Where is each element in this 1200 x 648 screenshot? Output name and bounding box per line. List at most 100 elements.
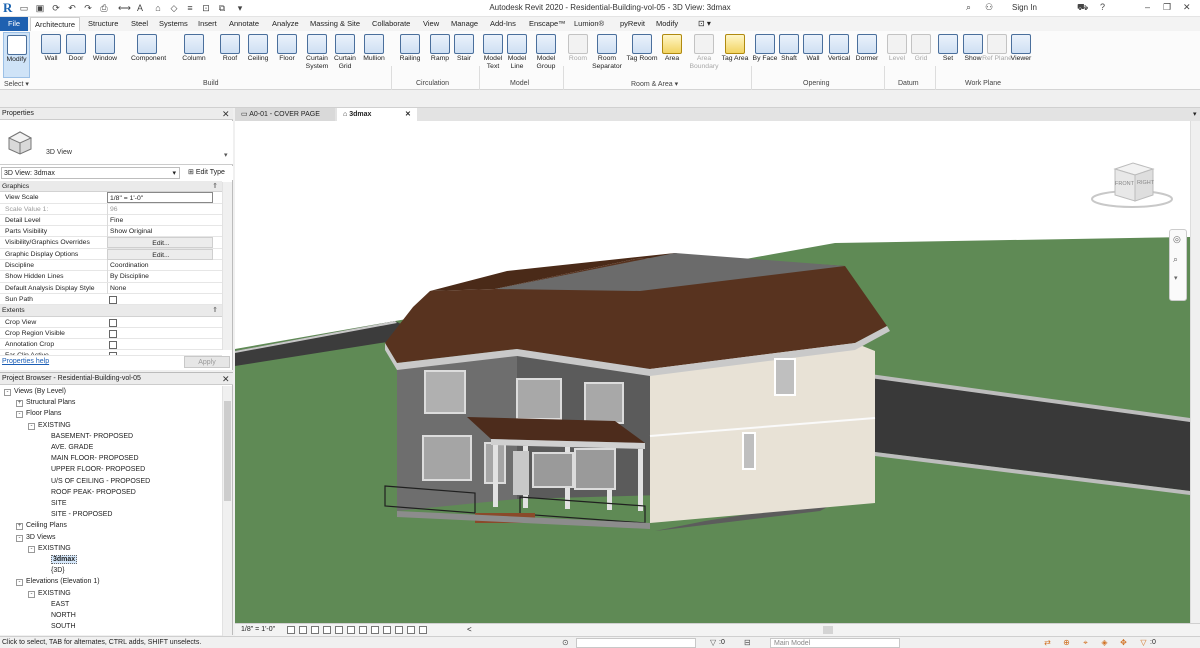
active-workset-field[interactable] [576, 638, 696, 648]
ceiling-button[interactable]: Ceiling [242, 32, 274, 78]
cart-icon[interactable]: ⛟ [1077, 2, 1088, 14]
curtain-grid-button[interactable]: Curtain Grid [329, 32, 361, 78]
model-canvas[interactable]: FRONT RIGHT [235, 121, 1190, 623]
area-boundary-button[interactable]: Area Boundary [688, 32, 720, 78]
collapse-icon[interactable]: - [28, 545, 35, 553]
close-icon[interactable]: ✕ [222, 373, 230, 385]
stair-button[interactable]: Stair [448, 32, 480, 78]
sign-in-link[interactable]: Sign In [1012, 3, 1037, 12]
editable-only-icon[interactable]: ⊟ [744, 638, 751, 647]
tab-add-ins[interactable]: Add-Ins [490, 17, 516, 31]
prop-value[interactable]: Coordination [107, 260, 213, 272]
room-separator-button[interactable]: Room Separator [591, 32, 623, 78]
undo-icon[interactable]: ↶ [66, 2, 78, 14]
tag-icon[interactable]: A [134, 2, 146, 14]
far-clip-checkbox[interactable] [109, 352, 117, 356]
drag-elements-icon[interactable]: ✥ [1119, 638, 1128, 647]
select-underlay-icon[interactable]: ⊕ [1062, 638, 1071, 647]
user-icon[interactable]: ⚇ [985, 2, 993, 13]
browser-node[interactable]: - Floor Plans [16, 408, 61, 419]
select-pinned-icon[interactable]: ⌖ [1081, 638, 1090, 647]
component-button[interactable]: Component [131, 32, 166, 78]
browser-node[interactable]: + Structural Plans [16, 397, 75, 408]
browser-node[interactable]: MAIN FLOOR- PROPOSED [40, 453, 139, 464]
design-option-field[interactable]: Main Model [770, 638, 900, 648]
temporary-hide-icon[interactable] [383, 626, 391, 634]
open-icon[interactable]: ▭ [18, 2, 30, 14]
prop-row[interactable]: Graphic Display Options Edit... [0, 248, 222, 261]
browser-node[interactable]: BASEMENT- PROPOSED [40, 431, 133, 442]
select-by-face-icon[interactable]: ◈ [1100, 638, 1109, 647]
thin-lines-icon[interactable]: ≡ [184, 2, 196, 14]
tag-area-button[interactable]: Tag Area [719, 32, 751, 78]
view-tabs-menu-icon[interactable]: ▾ [1193, 110, 1197, 118]
prop-row[interactable]: Crop View [0, 317, 222, 328]
browser-node[interactable]: {3D} [40, 565, 65, 576]
browser-node[interactable]: ROOF PEAK- PROPOSED [40, 487, 136, 498]
customize-qat-icon[interactable]: ▾ [234, 2, 246, 14]
redo-icon[interactable]: ↷ [82, 2, 94, 14]
analytical-model-icon[interactable] [419, 626, 427, 634]
browser-node[interactable]: SOUTH [40, 621, 76, 632]
browser-node[interactable]: 3dmax [40, 554, 78, 565]
prop-value[interactable]: Fine [107, 214, 213, 226]
close-window-icon[interactable]: ✕ [1183, 2, 1191, 13]
modify-button[interactable]: Modify [3, 32, 30, 78]
browser-node[interactable]: - EXISTING [28, 420, 71, 431]
reveal-hidden-icon[interactable] [395, 626, 403, 634]
tab-annotate[interactable]: Annotate [229, 17, 259, 31]
apply-button[interactable]: Apply [184, 356, 230, 368]
collapse-icon[interactable]: ⇑ [212, 305, 218, 316]
room-button[interactable]: Room [562, 32, 594, 78]
browser-node[interactable]: SITE - PROPOSED [40, 509, 112, 520]
collapse-icon[interactable]: - [28, 422, 35, 430]
browser-node[interactable]: -3D Views [16, 532, 55, 543]
switch-windows-icon[interactable]: ⧉ [216, 2, 228, 14]
dormer-button[interactable]: Dormer [851, 32, 883, 78]
nav-bar-menu-icon[interactable]: ▾ [1174, 274, 1178, 282]
tab-view[interactable]: View [423, 17, 439, 31]
view-scale-control[interactable]: 1/8" = 1'-0" [241, 626, 275, 633]
tab-modify[interactable]: Modify [656, 17, 678, 31]
tab-enscape[interactable]: Enscape™ [529, 17, 566, 31]
browser-node[interactable]: NORTH [40, 610, 76, 621]
save-icon[interactable]: ▣ [34, 2, 46, 14]
collapse-icon[interactable]: - [16, 411, 23, 419]
browser-node[interactable]: - Views (By Level) [4, 386, 66, 397]
detail-level-icon[interactable] [287, 626, 295, 634]
lock-view-icon[interactable] [371, 626, 379, 634]
section-icon[interactable]: ◇ [168, 2, 180, 14]
expand-icon[interactable]: + [16, 400, 23, 408]
tab-structure[interactable]: Structure [88, 17, 118, 31]
steering-wheel-icon[interactable]: ◎ [1173, 234, 1181, 245]
prop-row[interactable]: Crop Region Visible [0, 328, 222, 340]
door-button[interactable]: Door [60, 32, 92, 78]
filter-count-icon[interactable]: ▽ [1139, 638, 1148, 647]
3d-view-icon[interactable]: ⌂ [152, 2, 164, 14]
search-icon[interactable]: ⌕ [966, 2, 971, 13]
close-tab-icon[interactable]: ✕ [405, 108, 411, 121]
prop-row[interactable]: Detail Level Fine [0, 214, 222, 227]
ribbon-display-toggle-icon[interactable]: ⊡ ▾ [698, 17, 711, 31]
filter-icon[interactable]: ▽ [710, 638, 716, 647]
browser-node[interactable]: UPPER FLOOR- PROPOSED [40, 464, 145, 475]
expand-icon[interactable]: + [16, 523, 23, 531]
minimize-icon[interactable]: – [1145, 2, 1150, 12]
tab-lumion[interactable]: Lumion® [574, 17, 604, 31]
select-panel-label[interactable]: Select ▾ [4, 80, 29, 88]
view-scale-input[interactable]: 1/8" = 1'-0" [107, 192, 213, 204]
3d-viewport[interactable]: FRONT RIGHT ◎ ⌕ ▾ [235, 121, 1190, 623]
sun-path-icon[interactable] [311, 626, 319, 634]
prop-row[interactable]: Default Analysis Display Style None [0, 282, 222, 294]
help-icon[interactable]: ? [1100, 2, 1105, 12]
browser-scroll-thumb[interactable] [224, 401, 231, 501]
model-group-button[interactable]: Model Group [530, 32, 562, 78]
browser-node[interactable]: EAST [40, 599, 69, 610]
sun-path-checkbox[interactable] [109, 295, 117, 304]
worksets-icon[interactable]: ⊙ [562, 638, 569, 647]
browser-node[interactable]: - EXISTING [28, 543, 71, 554]
select-links-icon[interactable]: ⇄ [1043, 638, 1052, 647]
tab-analyze[interactable]: Analyze [272, 17, 299, 31]
type-selector[interactable]: 3D View ▾ [0, 121, 233, 165]
browser-node[interactable]: - Elevations (Elevation 1) [16, 576, 100, 587]
